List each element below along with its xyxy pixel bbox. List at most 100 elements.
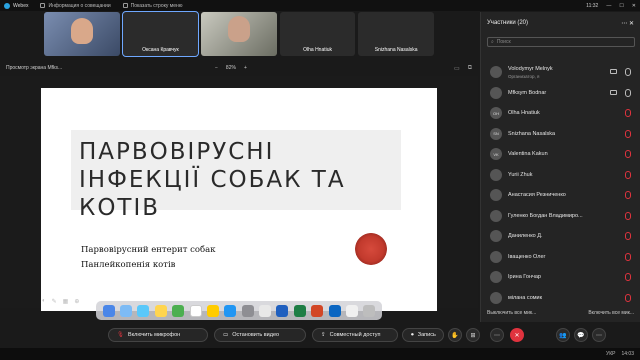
- layout-icon[interactable]: ▭: [454, 65, 460, 72]
- mic-muted-icon[interactable]: [625, 211, 631, 220]
- maximize-icon[interactable]: ☐: [619, 3, 623, 9]
- close-icon[interactable]: ✕: [632, 3, 636, 9]
- chat-toggle[interactable]: 💬: [574, 328, 588, 342]
- video-tile[interactable]: Snizhana Nasalska: [358, 12, 434, 56]
- pop-out-icon[interactable]: ⧉: [468, 65, 472, 72]
- notes-icon[interactable]: [206, 304, 219, 317]
- participant-row[interactable]: Volodymyr Melnyk Организатор, я: [481, 62, 640, 83]
- shared-screen: ПАРВОВІРУСНІ ІНФЕКЦІЇ СОБАК ТА КОТІВ Пар…: [0, 76, 478, 311]
- facetime-icon[interactable]: [172, 304, 185, 317]
- share-button[interactable]: ⇪ Совместный доступ: [312, 328, 398, 342]
- video-tile[interactable]: Оксана Кравчук: [121, 11, 200, 57]
- share-toolbar: Просмотр экрана Mfks... − 82% + ▭ ⧉: [0, 62, 478, 74]
- participant-row[interactable]: VK Valentina Kakun: [481, 144, 640, 165]
- unmute-all-button[interactable]: Включить все мик...: [588, 310, 634, 316]
- mic-muted-icon[interactable]: [625, 293, 631, 302]
- participant-row[interactable]: Ірина Гончар: [481, 267, 640, 288]
- record-button[interactable]: ⏺ Запись: [402, 328, 444, 342]
- participant-row[interactable]: Даниленко Д.: [481, 226, 640, 247]
- grid-icon[interactable]: ▦: [63, 298, 69, 305]
- participant-row[interactable]: Гуленко Богдан Владимиро...: [481, 206, 640, 227]
- camera-on-icon: [610, 69, 617, 74]
- meeting-controls: 🎙 Включить микрофон ▭ Остановить видео ⇪…: [0, 324, 640, 346]
- participants-toggle[interactable]: 👥: [556, 328, 570, 342]
- safari-icon[interactable]: [120, 304, 133, 317]
- record-label: Запись: [417, 332, 436, 338]
- video-tile[interactable]: Olha Hnatiuk: [279, 12, 356, 56]
- participant-name: Yurii Zhuk: [508, 171, 533, 178]
- more-button[interactable]: ⋯: [490, 328, 504, 342]
- participant-list: Volodymyr Melnyk Организатор, я Mfksym Bod…: [481, 62, 640, 308]
- participant-name: Іващенко Олег: [508, 253, 546, 260]
- photos-icon[interactable]: [154, 304, 167, 317]
- pen-icon[interactable]: ✎: [52, 298, 57, 305]
- mic-on-icon[interactable]: [625, 68, 631, 76]
- os-taskbar: УКР 14:03: [0, 348, 640, 360]
- mail-icon[interactable]: [137, 304, 150, 317]
- app-title: Webex: [4, 2, 28, 9]
- zoom-icon[interactable]: ⊕: [74, 298, 79, 305]
- trash-icon[interactable]: [363, 304, 376, 317]
- panel-more-icon[interactable]: ⋯ ✕: [621, 20, 634, 27]
- chatgpt-icon[interactable]: [259, 304, 272, 317]
- participants-panel: Участники (20) ⋯ ✕ ⌕ Поиск Volodymyr Mel…: [480, 12, 640, 322]
- participant-row[interactable]: OH Olha Hnatiuk: [481, 103, 640, 124]
- video-button[interactable]: ▭ Остановить видео: [214, 328, 306, 342]
- minimize-icon[interactable]: —: [606, 3, 611, 9]
- mute-all-button[interactable]: Выключить все мик...: [487, 310, 536, 316]
- avatar: [490, 271, 502, 284]
- video-tile[interactable]: [201, 12, 277, 56]
- clock: 11:32: [586, 2, 599, 9]
- app-store-icon[interactable]: [224, 304, 237, 317]
- mic-muted-icon[interactable]: [625, 252, 631, 261]
- reactions-button[interactable]: ✋: [448, 328, 462, 342]
- participant-row[interactable]: Іващенко Олег: [481, 247, 640, 268]
- participant-row[interactable]: Анастасия Резниченко: [481, 185, 640, 206]
- mic-muted-icon[interactable]: [625, 150, 631, 158]
- webex-logo-icon: [4, 2, 10, 9]
- language-indicator[interactable]: УКР: [606, 351, 615, 357]
- video-strip: Оксана Кравчук Olha Hnatiuk Snizhana Nas…: [44, 11, 434, 57]
- pointer-icon[interactable]: ◐: [42, 298, 46, 305]
- mic-muted-icon[interactable]: [625, 273, 631, 281]
- search-placeholder: Поиск: [496, 39, 511, 45]
- finder-icon[interactable]: [102, 304, 115, 317]
- meeting-info-button[interactable]: Информация о совещании: [40, 3, 111, 9]
- mic-muted-icon[interactable]: [625, 129, 631, 138]
- participants-search[interactable]: ⌕ Поиск: [487, 37, 635, 47]
- camera-icon: ▭: [223, 332, 229, 338]
- participant-row[interactable]: мілана сомик: [481, 288, 640, 309]
- mic-muted-icon[interactable]: [625, 191, 631, 199]
- mic-muted-icon[interactable]: [625, 232, 631, 240]
- mic-on-icon[interactable]: [625, 88, 631, 97]
- participant-row[interactable]: SN Snizhana Nasalska: [481, 124, 640, 145]
- participant-row[interactable]: Yurii Zhuk: [481, 165, 640, 186]
- excel-icon[interactable]: [293, 304, 306, 317]
- participant-row[interactable]: Mfksym Bodnar: [481, 83, 640, 104]
- zoom-in-button[interactable]: +: [244, 65, 247, 71]
- more-panels-toggle[interactable]: ⋯: [592, 328, 606, 342]
- apps-button[interactable]: ⊞: [466, 328, 480, 342]
- zoom-out-button[interactable]: −: [215, 65, 218, 71]
- mic-muted-icon[interactable]: [625, 109, 631, 117]
- powerpoint-icon[interactable]: [311, 304, 324, 317]
- tile-name: Оксана Кравчук: [142, 47, 179, 53]
- mic-button[interactable]: 🎙 Включить микрофон: [108, 328, 208, 342]
- mic-muted-icon[interactable]: [625, 170, 631, 179]
- word-icon[interactable]: [276, 304, 289, 317]
- apps-icon: ⊞: [470, 332, 476, 339]
- end-call-button[interactable]: ✕: [510, 328, 524, 342]
- show-menu-button[interactable]: Показать строку меню: [122, 3, 182, 9]
- video-tile[interactable]: [44, 12, 120, 56]
- avatar: [490, 168, 502, 181]
- window-controls: 11:32 — ☐ ✕: [586, 0, 636, 11]
- participant-name: Гуленко Богдан Владимиро...: [508, 212, 583, 219]
- downloads-icon[interactable]: [345, 304, 358, 317]
- share-view-label[interactable]: Просмотр экрана Mfks...: [6, 65, 62, 71]
- calendar-icon[interactable]: [189, 304, 202, 317]
- webex-icon[interactable]: [328, 304, 341, 317]
- record-icon: ⏺: [411, 331, 414, 338]
- chat-icon: 💬: [577, 332, 585, 339]
- settings-icon[interactable]: [241, 304, 254, 317]
- avatar: [490, 86, 502, 99]
